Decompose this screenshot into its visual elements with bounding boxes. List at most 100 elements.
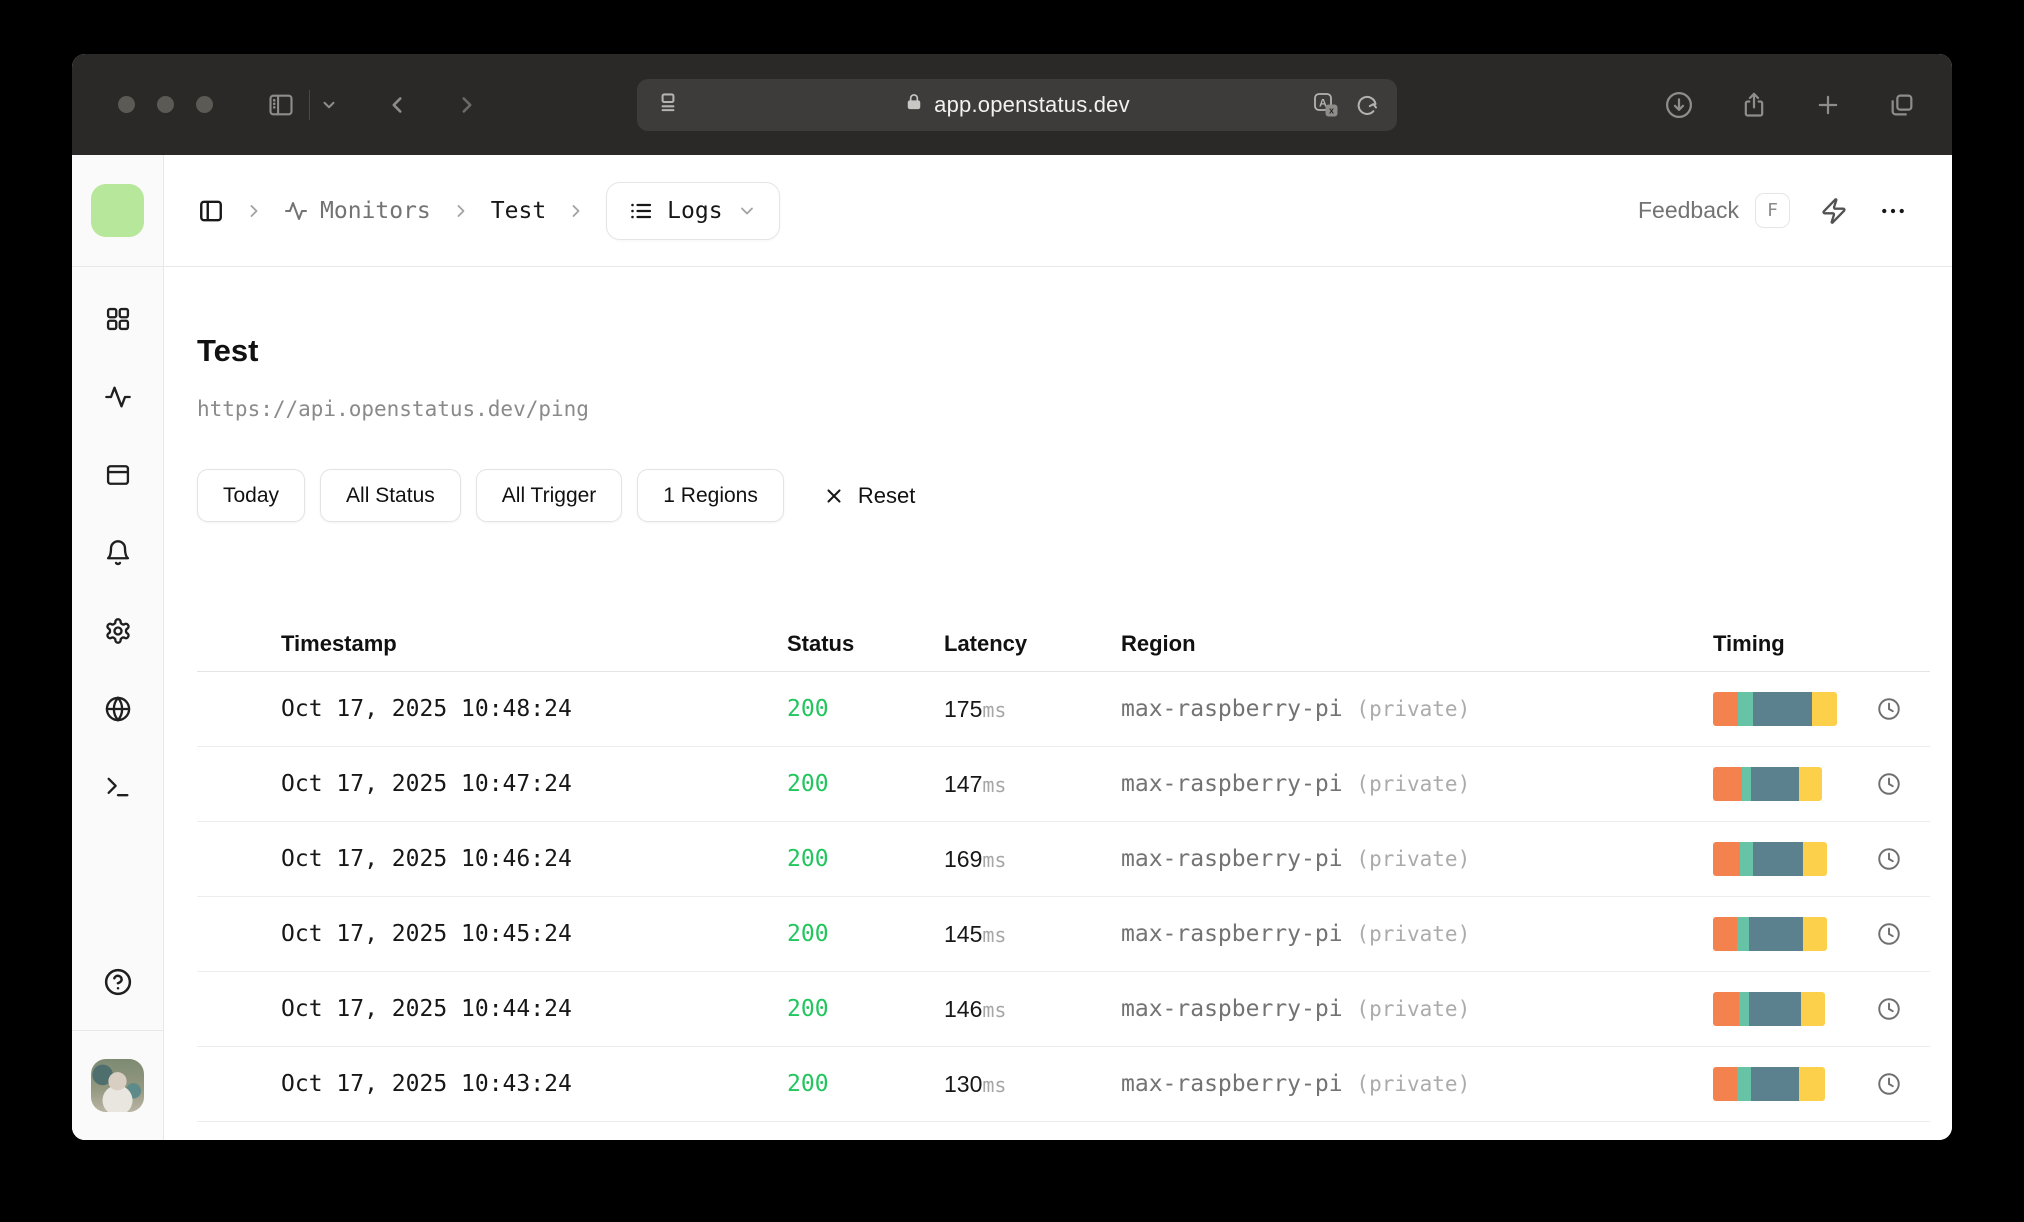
tab-overview-icon[interactable] xyxy=(1888,91,1916,119)
status-cell: 200 xyxy=(787,1071,829,1097)
zoom-window-button[interactable] xyxy=(196,96,213,113)
minimize-window-button[interactable] xyxy=(157,96,174,113)
table-row[interactable]: Oct 17, 2025 10:48:24 200 175ms max-rasp… xyxy=(197,672,1930,747)
status-filter-button[interactable]: All Status xyxy=(320,469,461,522)
forward-button[interactable] xyxy=(454,92,480,118)
address-bar[interactable]: app.openstatus.dev Ax xyxy=(637,78,1397,131)
command-menu-icon[interactable] xyxy=(1820,197,1848,225)
clock-icon[interactable] xyxy=(1876,921,1930,947)
reload-icon[interactable] xyxy=(1355,93,1379,117)
clock-icon[interactable] xyxy=(1876,996,1930,1022)
region-cell: max-raspberry-pi (private) xyxy=(1121,696,1471,722)
timing-bar xyxy=(1713,1067,1825,1101)
chevron-right-icon xyxy=(566,201,586,221)
monitor-logs-page: Test https://api.openstatus.dev/ping Tod… xyxy=(164,267,1952,1140)
table-row[interactable]: Oct 17, 2025 10:47:24 200 147ms max-rasp… xyxy=(197,747,1930,822)
help-icon[interactable] xyxy=(103,967,133,1002)
latency-cell: 130ms xyxy=(944,1070,1007,1097)
table-header-row: Timestamp Status Latency Region Timing xyxy=(197,616,1930,672)
timestamp-cell: Oct 17, 2025 10:44:24 xyxy=(281,996,572,1022)
table-row[interactable]: Oct 17, 2025 10:45:24 200 145ms max-rasp… xyxy=(197,897,1930,972)
toolbar-divider xyxy=(309,89,310,120)
timing-bar xyxy=(1713,917,1827,951)
toolbar-sidebar-icon[interactable] xyxy=(267,91,295,119)
translate-icon[interactable]: Ax xyxy=(1313,92,1339,118)
sidebar-item-status-pages[interactable] xyxy=(104,461,132,494)
more-options-icon[interactable] xyxy=(1878,196,1908,226)
latency-cell: 145ms xyxy=(944,920,1007,947)
sidebar-toggle-icon[interactable] xyxy=(198,198,224,224)
app-sidebar xyxy=(72,155,164,1140)
monitor-endpoint-url: https://api.openstatus.dev/ping xyxy=(197,397,589,421)
region-cell: max-raspberry-pi (private) xyxy=(1121,921,1471,947)
chevron-down-icon xyxy=(737,201,757,221)
timestamp-cell: Oct 17, 2025 10:47:24 xyxy=(281,771,572,797)
sidebar-item-dashboard[interactable] xyxy=(104,305,132,338)
status-cell: 200 xyxy=(787,921,829,947)
workspace-logo[interactable] xyxy=(91,184,144,237)
share-icon[interactable] xyxy=(1740,91,1768,119)
feedback-button[interactable]: Feedback F xyxy=(1638,193,1790,228)
column-header-timestamp[interactable]: Timestamp xyxy=(281,631,787,657)
trigger-filter-button[interactable]: All Trigger xyxy=(475,469,623,522)
column-header-region[interactable]: Region xyxy=(1121,631,1713,657)
timestamp-cell: Oct 17, 2025 10:48:24 xyxy=(281,696,572,722)
new-tab-icon[interactable] xyxy=(1814,91,1842,119)
breadcrumb-monitor-name[interactable]: Test xyxy=(491,198,546,224)
column-header-latency[interactable]: Latency xyxy=(944,631,1121,657)
timing-bar xyxy=(1713,842,1827,876)
latency-cell: 146ms xyxy=(944,995,1007,1022)
regions-filter-button[interactable]: 1 Regions xyxy=(637,469,784,522)
latency-cell: 175ms xyxy=(944,695,1007,722)
status-cell: 200 xyxy=(787,771,829,797)
close-window-button[interactable] xyxy=(118,96,135,113)
sidebar-item-notifications[interactable] xyxy=(104,539,132,572)
filter-bar: Today All Status All Trigger 1 Regions R… xyxy=(197,469,1930,522)
address-text: app.openstatus.dev xyxy=(934,91,1130,117)
toolbar-chevron-down-icon[interactable] xyxy=(320,96,338,114)
app-header: Monitors Test Logs Feedback F xyxy=(164,155,1952,267)
table-row[interactable]: Oct 17, 2025 10:46:24 200 169ms max-rasp… xyxy=(197,822,1930,897)
status-cell: 200 xyxy=(787,996,829,1022)
clock-icon[interactable] xyxy=(1876,771,1930,797)
clock-icon[interactable] xyxy=(1876,1071,1930,1097)
breadcrumb-monitors[interactable]: Monitors xyxy=(284,198,431,224)
timing-bar xyxy=(1713,692,1837,726)
table-row[interactable]: Oct 17, 2025 10:44:24 200 146ms max-rasp… xyxy=(197,972,1930,1047)
reset-filters-button[interactable]: Reset xyxy=(823,483,915,509)
list-icon xyxy=(631,203,652,218)
sidebar-item-terminal[interactable] xyxy=(104,773,132,806)
timing-bar xyxy=(1713,992,1825,1026)
latency-cell: 147ms xyxy=(944,770,1007,797)
downloads-icon[interactable] xyxy=(1664,90,1694,120)
region-cell: max-raspberry-pi (private) xyxy=(1121,846,1471,872)
timestamp-cell: Oct 17, 2025 10:45:24 xyxy=(281,921,572,947)
date-filter-button[interactable]: Today xyxy=(197,469,306,522)
browser-window: app.openstatus.dev Ax Monitors Test Logs… xyxy=(72,54,1952,1140)
page-title: Test xyxy=(197,333,259,368)
column-header-timing[interactable]: Timing xyxy=(1713,631,1876,657)
svg-text:x: x xyxy=(1329,105,1334,115)
clock-icon[interactable] xyxy=(1876,846,1930,872)
region-cell: max-raspberry-pi (private) xyxy=(1121,771,1471,797)
feedback-shortcut-badge: F xyxy=(1755,193,1790,228)
chevron-right-icon xyxy=(451,201,471,221)
browser-titlebar: app.openstatus.dev Ax xyxy=(72,54,1952,155)
lock-icon xyxy=(904,92,924,117)
column-header-status[interactable]: Status xyxy=(787,631,944,657)
page-settings-icon[interactable] xyxy=(655,89,681,120)
window-controls xyxy=(118,96,213,113)
breadcrumb: Monitors Test Logs xyxy=(198,181,780,240)
status-cell: 200 xyxy=(787,846,829,872)
back-button[interactable] xyxy=(384,92,410,118)
latency-cell: 169ms xyxy=(944,845,1007,872)
sidebar-item-settings[interactable] xyxy=(104,617,132,650)
user-avatar[interactable] xyxy=(91,1059,144,1112)
table-row[interactable]: Oct 17, 2025 10:43:24 200 130ms max-rasp… xyxy=(197,1047,1930,1122)
clock-icon[interactable] xyxy=(1876,696,1930,722)
sidebar-item-monitors[interactable] xyxy=(104,383,132,416)
timing-bar xyxy=(1713,767,1822,801)
logs-view-selector[interactable]: Logs xyxy=(606,181,780,240)
x-icon xyxy=(823,485,845,507)
sidebar-item-regions[interactable] xyxy=(104,695,132,728)
